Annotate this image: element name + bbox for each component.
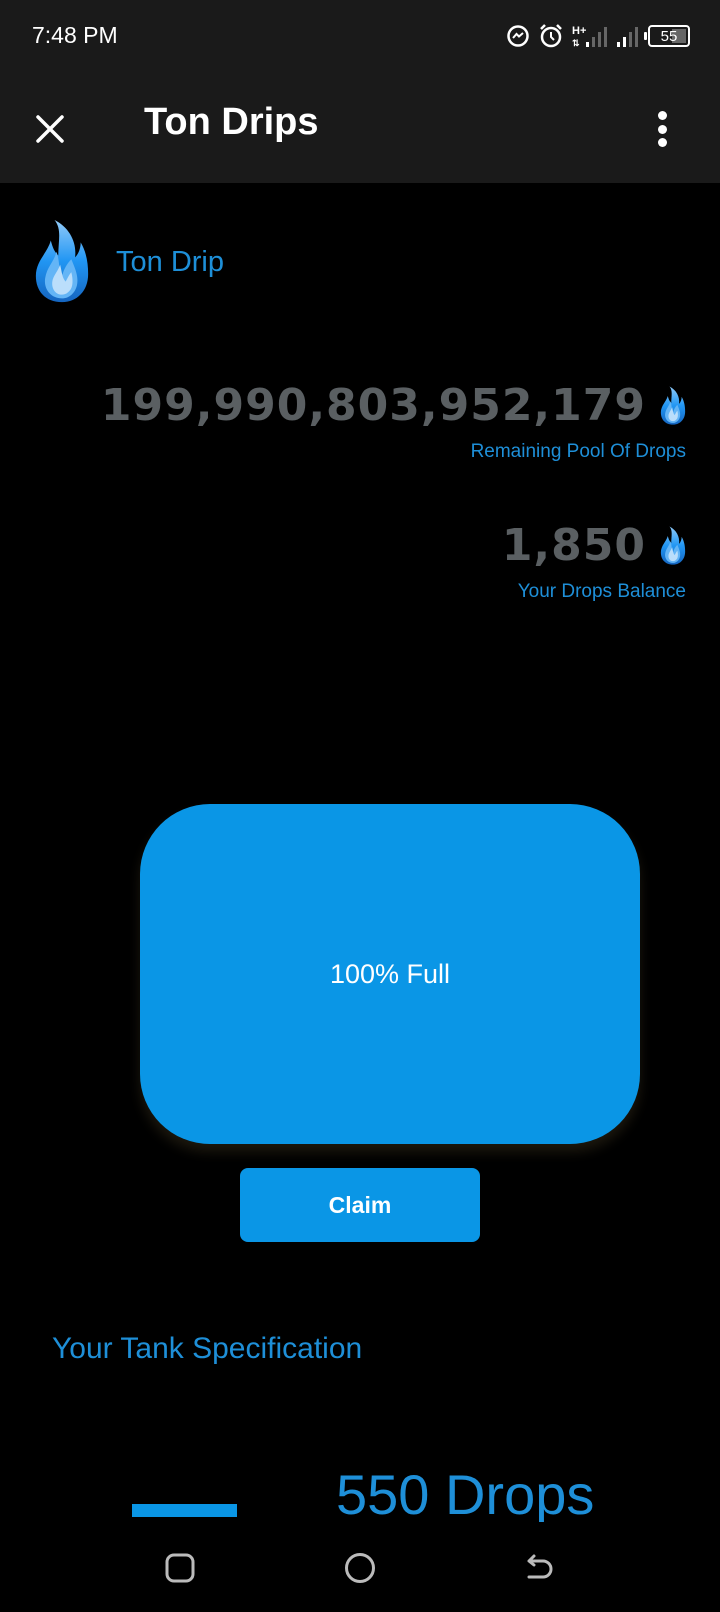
home-button[interactable] [340,1548,380,1588]
app-bar: Ton Drips [0,75,720,183]
drops-balance-value: 1,850 [501,520,646,571]
brand-name: Ton Drip [116,245,224,278]
home-icon [345,1553,375,1583]
more-vert-icon-dot [657,111,667,120]
close-icon [36,115,64,143]
status-icons: H+ ⇅ 55 [506,22,690,50]
tank-spec-value: 550 Drops [336,1463,595,1526]
close-button[interactable] [30,109,70,149]
flame-drop-icon [660,386,686,426]
messenger-icon [507,25,529,47]
network-type: H+ [572,25,586,37]
tank-fill-indicator[interactable]: 100% Full [140,804,640,1144]
remaining-pool-label: Remaining Pool Of Drops [470,441,686,462]
claim-button[interactable]: Claim [240,1168,480,1242]
drops-balance-stat: 1,850 Your Drops Balance [502,520,686,603]
flame-drop-icon [660,526,686,566]
status-time: 7:48 PM [32,22,118,48]
tank-fill-label: 100% Full [329,958,451,989]
brand-header: Ton Drip [34,218,224,306]
back-icon [527,1554,553,1579]
mobile-data-icon: H+ ⇅ [572,25,607,48]
back-button[interactable] [520,1548,560,1588]
signal-icon [617,27,638,47]
recents-icon [165,1553,195,1583]
alarm-icon [540,24,562,48]
remaining-pool-stat: 199,990,803,952,179 Remaining Pool Of Dr… [101,380,686,463]
more-vert-icon-dot [657,138,667,147]
recents-button[interactable] [160,1548,200,1588]
drops-balance-label: Your Drops Balance [517,581,686,602]
tank-spec-title: Your Tank Specification [52,1332,363,1365]
battery-icon: 55 [644,25,690,47]
remaining-pool-value: 199,990,803,952,179 [100,380,646,431]
tank-spec-bar [132,1504,237,1517]
more-vert-icon-dot [657,124,667,134]
more-options-button[interactable] [652,107,672,151]
status-bar: 7:48 PM H+ ⇅ 55 [0,0,720,75]
battery-level: 55 [660,27,678,45]
system-nav-bar [0,1522,720,1612]
app-title: Ton Drips [144,101,319,143]
flame-drop-icon [34,218,90,306]
svg-text:⇅: ⇅ [572,38,580,48]
